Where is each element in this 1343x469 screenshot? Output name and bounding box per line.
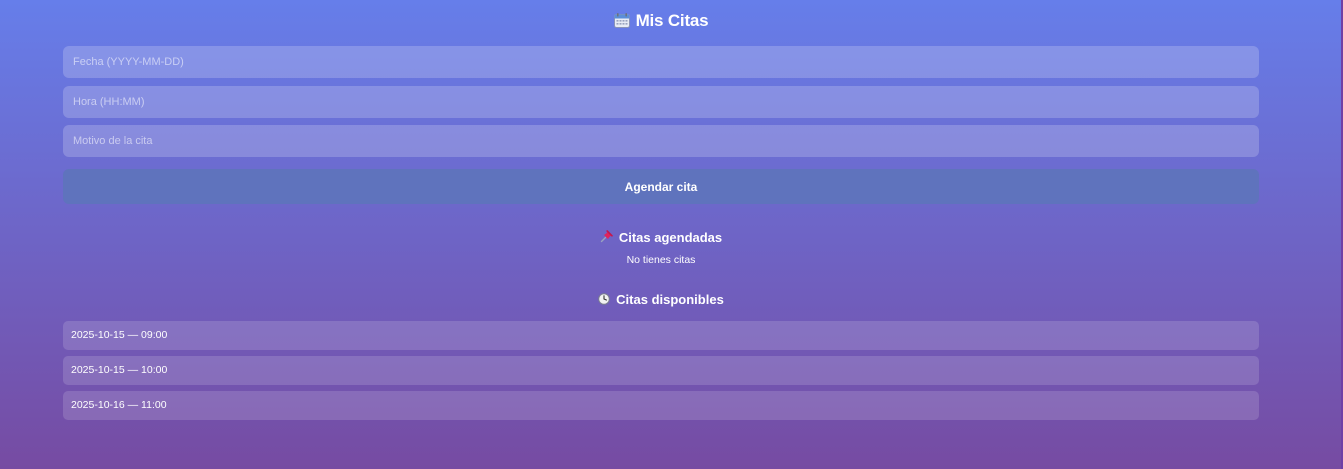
available-appointments-heading-text: Citas disponibles bbox=[616, 292, 724, 307]
available-slots-list: 2025-10-15 — 09:00 2025-10-15 — 10:00 20… bbox=[63, 321, 1259, 426]
date-input[interactable] bbox=[63, 46, 1259, 78]
booked-appointments-heading: Citas agendadas bbox=[63, 230, 1259, 245]
appointments-panel: Mis Citas Agendar cita Citas agendadas N… bbox=[63, 0, 1259, 420]
schedule-appointment-button[interactable]: Agendar cita bbox=[63, 169, 1259, 204]
page-title-text: Mis Citas bbox=[635, 11, 709, 30]
clock-icon bbox=[598, 293, 610, 307]
available-slot[interactable]: 2025-10-16 — 11:00 bbox=[63, 391, 1259, 420]
calendar-icon bbox=[613, 2, 630, 28]
available-slot[interactable]: 2025-10-15 — 10:00 bbox=[63, 356, 1259, 385]
reason-input[interactable] bbox=[63, 125, 1259, 157]
available-appointments-heading: Citas disponibles bbox=[63, 292, 1259, 307]
page-title: Mis Citas bbox=[63, 0, 1259, 42]
empty-appointments-message: No tienes citas bbox=[626, 254, 696, 266]
available-slot[interactable]: 2025-10-15 — 09:00 bbox=[63, 321, 1259, 350]
pushpin-icon bbox=[600, 230, 613, 245]
time-input[interactable] bbox=[63, 86, 1259, 118]
booked-appointments-heading-text: Citas agendadas bbox=[618, 230, 723, 245]
